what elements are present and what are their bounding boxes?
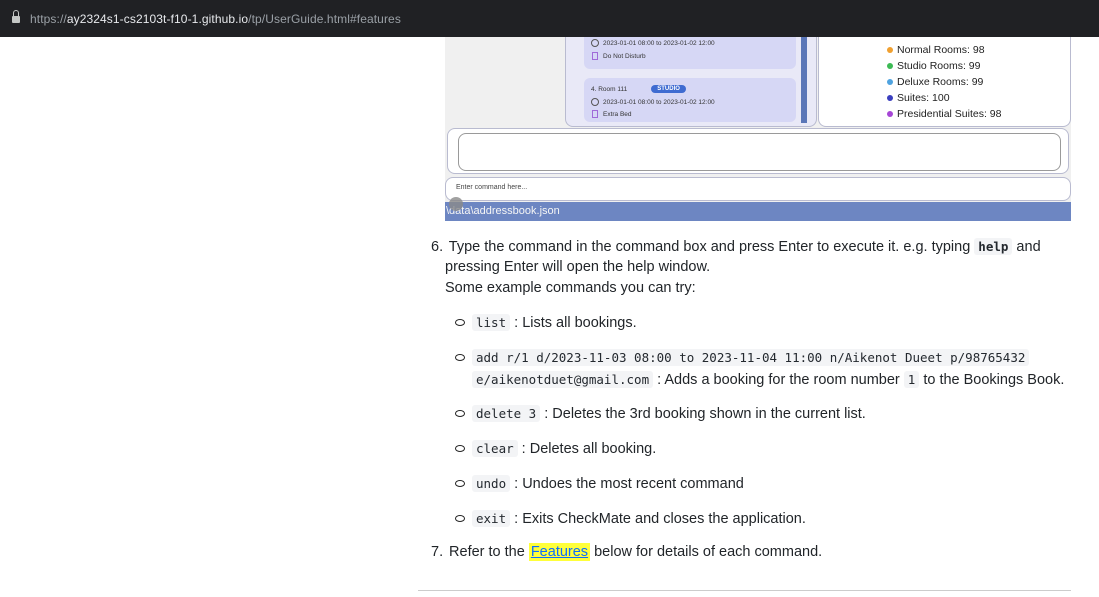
bullet-icon xyxy=(455,515,465,522)
room-type-tag: STUDIO xyxy=(651,85,686,93)
list-scrollbar xyxy=(801,37,807,123)
cursor-indicator xyxy=(449,197,463,211)
clock-icon xyxy=(591,39,599,47)
step-6: 6. Type the command in the command box a… xyxy=(431,238,1041,255)
bullet-icon xyxy=(455,319,465,326)
browser-address-bar[interactable]: https://ay2324s1-cs2103t-f10-1.github.io… xyxy=(0,0,1099,37)
bullet-icon xyxy=(455,480,465,487)
booking-card: 2023-01-01 08:00 to 2023-01-02 12:00 Do … xyxy=(584,37,796,69)
color-dot-icon xyxy=(887,63,893,69)
room-stat-item: Normal Rooms: 98 xyxy=(887,42,1001,58)
divider xyxy=(418,590,1071,591)
room-stat-item: Studio Rooms: 99 xyxy=(887,58,1001,74)
booking-room-title: 4. Room 111 xyxy=(591,85,628,93)
clock-icon xyxy=(591,98,599,106)
room-stat-item: Deluxe Rooms: 99 xyxy=(887,74,1001,90)
step-6-line3: Some example commands you can try: xyxy=(445,280,696,296)
command-box: Enter command here... xyxy=(445,177,1071,201)
list-item: exit : Exits CheckMate and closes the ap… xyxy=(472,508,806,530)
list-item: list : Lists all bookings. xyxy=(472,312,637,334)
list-item: delete 3 : Deletes the 3rd booking shown… xyxy=(472,403,866,425)
list-item: clear : Deletes all booking. xyxy=(472,438,656,460)
result-display xyxy=(447,128,1069,174)
color-dot-icon xyxy=(887,95,893,101)
booking-card: 4. Room 111 STUDIO 2023-01-01 08:00 to 20… xyxy=(584,78,796,122)
room-stat-item: Presidential Suites: 98 xyxy=(887,106,1001,122)
features-link[interactable]: Features xyxy=(528,543,591,561)
note-icon xyxy=(592,52,598,60)
room-stats-panel: Normal Rooms: 98 Studio Rooms: 99 Deluxe R… xyxy=(818,37,1071,127)
step-6-line2: pressing Enter will open the help window… xyxy=(445,259,711,275)
list-item-cont: e/aikenotduet@gmail.com : Adds a booking… xyxy=(472,369,1064,391)
bullet-icon xyxy=(455,445,465,452)
color-dot-icon xyxy=(887,111,893,117)
bullet-icon xyxy=(455,354,465,361)
bookings-list-panel: 2023-01-01 08:00 to 2023-01-02 12:00 Do … xyxy=(565,37,817,127)
room-stats-list: Normal Rooms: 98 Studio Rooms: 99 Deluxe R… xyxy=(887,42,1001,122)
command-placeholder: Enter command here... xyxy=(456,184,528,191)
url-text[interactable]: https://ay2324s1-cs2103t-f10-1.github.io… xyxy=(30,12,401,26)
list-item: add r/1 d/2023-11-03 08:00 to 2023-11-04… xyxy=(472,347,1030,369)
app-screenshot: 2023-01-01 08:00 to 2023-01-02 12:00 Do … xyxy=(445,37,1071,221)
list-item: undo : Undoes the most recent command xyxy=(472,473,744,495)
color-dot-icon xyxy=(887,47,893,53)
note-icon xyxy=(592,110,598,118)
inline-code: help xyxy=(974,238,1013,255)
bullet-icon xyxy=(455,410,465,417)
lock-icon[interactable] xyxy=(12,10,20,23)
status-bar: \data\addressbook.json xyxy=(445,202,1071,221)
color-dot-icon xyxy=(887,79,893,85)
room-stat-item: Suites: 100 xyxy=(887,90,1001,106)
step-7: 7. Refer to the Features below for detai… xyxy=(431,543,823,561)
